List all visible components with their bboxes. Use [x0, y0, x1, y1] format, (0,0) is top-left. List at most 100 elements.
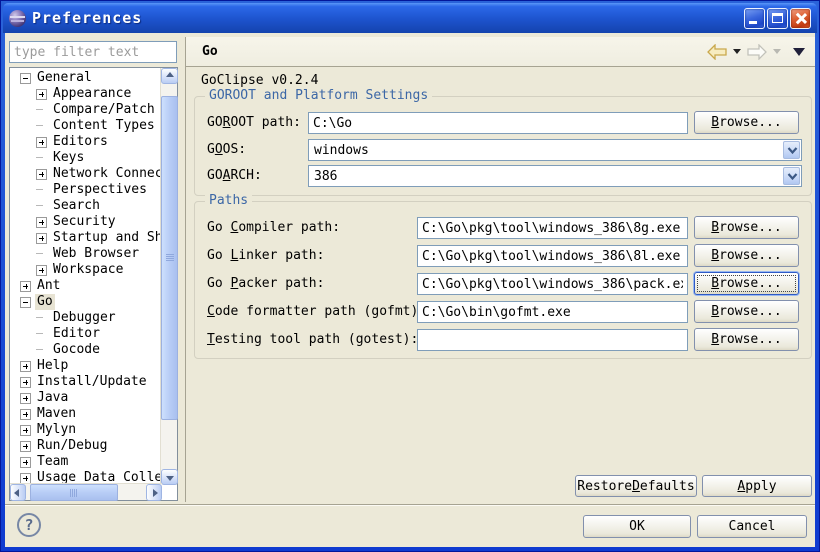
- cancel-button[interactable]: Cancel: [697, 515, 807, 538]
- tree-item-network-connect[interactable]: Network Connect: [10, 166, 160, 182]
- tree-horizontal-scrollbar[interactable]: [10, 483, 162, 500]
- tree-item-install-update[interactable]: Install/Update: [10, 374, 160, 390]
- expand-icon[interactable]: [20, 457, 31, 468]
- go-compiler-path-label: Go Compiler path:: [207, 217, 340, 239]
- goroot-path-browse-button[interactable]: Browse...: [694, 111, 799, 134]
- maximize-button[interactable]: [767, 8, 788, 29]
- forward-icon[interactable]: [747, 44, 767, 60]
- go-packer-path-label: Go Packer path:: [207, 273, 324, 295]
- tree-item-debugger[interactable]: Debugger: [10, 310, 160, 326]
- goos-select[interactable]: windows: [308, 139, 802, 161]
- collapse-icon[interactable]: [20, 297, 31, 308]
- eclipse-logo-icon: [9, 10, 26, 27]
- right-arrow-icon: [153, 489, 158, 497]
- title-bar[interactable]: Preferences: [3, 3, 817, 33]
- tree-item-ant[interactable]: Ant: [10, 278, 160, 294]
- collapse-icon[interactable]: [20, 73, 31, 84]
- expand-icon[interactable]: [36, 137, 47, 148]
- expand-icon[interactable]: [20, 281, 31, 292]
- minimize-icon: [749, 21, 757, 24]
- minimize-button[interactable]: [744, 8, 765, 29]
- preferences-tree: GeneralAppearanceCompare/PatchContent Ty…: [9, 67, 178, 501]
- tree-item-editor[interactable]: Editor: [10, 326, 160, 342]
- tree-item-general[interactable]: General: [10, 70, 160, 86]
- view-menu-icon[interactable]: [793, 48, 805, 56]
- group-paths: Paths Go Compiler path:Browse...Go Linke…: [194, 201, 812, 359]
- filter-input[interactable]: [9, 41, 177, 63]
- expand-icon[interactable]: [20, 409, 31, 420]
- tree-item-startup-and-shu[interactable]: Startup and Shu: [10, 230, 160, 246]
- code-formatter-path-gofmt-input[interactable]: [417, 301, 688, 323]
- close-button[interactable]: [790, 8, 811, 29]
- back-icon[interactable]: [707, 44, 727, 60]
- tree-item-search[interactable]: Search: [10, 198, 160, 214]
- tree-item-security[interactable]: Security: [10, 214, 160, 230]
- dropdown-button[interactable]: [783, 141, 800, 159]
- go-linker-path-browse-button[interactable]: Browse...: [694, 244, 799, 267]
- tree-item-keys[interactable]: Keys: [10, 150, 160, 166]
- tree-item-go[interactable]: Go: [10, 294, 160, 310]
- go-packer-path-input[interactable]: [417, 273, 688, 295]
- down-arrow-icon: [166, 476, 174, 481]
- dropdown-button[interactable]: [783, 167, 800, 185]
- tree-item-label: Java: [35, 390, 70, 406]
- tree-connector: [36, 345, 47, 356]
- tree-connector: [36, 153, 47, 164]
- expand-icon[interactable]: [20, 441, 31, 452]
- tree-item-appearance[interactable]: Appearance: [10, 86, 160, 102]
- go-compiler-path-input[interactable]: [417, 217, 688, 239]
- goarch-select[interactable]: 386: [308, 165, 802, 187]
- tree-item-mylyn[interactable]: Mylyn: [10, 422, 160, 438]
- tree-connector: [36, 313, 47, 324]
- scroll-down-button[interactable]: [161, 469, 178, 485]
- expand-icon[interactable]: [36, 89, 47, 100]
- tree-item-run-debug[interactable]: Run/Debug: [10, 438, 160, 454]
- tree-item-workspace[interactable]: Workspace: [10, 262, 160, 278]
- scroll-right-button[interactable]: [146, 484, 162, 501]
- tree-item-team[interactable]: Team: [10, 454, 160, 470]
- tree-item-label: General: [35, 70, 94, 86]
- tree-item-compare-patch[interactable]: Compare/Patch: [10, 102, 160, 118]
- ok-button[interactable]: OK: [583, 515, 691, 538]
- forward-menu-icon[interactable]: [773, 49, 781, 54]
- dialog-client-area: GeneralAppearanceCompare/PatchContent Ty…: [5, 33, 815, 547]
- tree-item-gocode[interactable]: Gocode: [10, 342, 160, 358]
- horizontal-scroll-thumb[interactable]: [30, 484, 118, 501]
- code-formatter-path-gofmt-browse-button[interactable]: Browse...: [694, 300, 799, 323]
- page-title: Go: [202, 44, 218, 59]
- restore-defaults-button[interactable]: Restore Defaults: [575, 475, 697, 497]
- testing-tool-path-gotest-input[interactable]: [417, 329, 688, 351]
- expand-icon[interactable]: [36, 217, 47, 228]
- expand-icon[interactable]: [36, 233, 47, 244]
- expand-icon[interactable]: [20, 393, 31, 404]
- scroll-up-button[interactable]: [161, 68, 178, 84]
- tree-item-content-types[interactable]: Content Types: [10, 118, 160, 134]
- goroot-path-label: GOROOT path:: [207, 112, 301, 134]
- scroll-left-button[interactable]: [10, 484, 26, 501]
- expand-icon[interactable]: [20, 361, 31, 372]
- tree-item-maven[interactable]: Maven: [10, 406, 160, 422]
- testing-tool-path-gotest-browse-button[interactable]: Browse...: [694, 328, 799, 351]
- back-menu-icon[interactable]: [733, 49, 741, 54]
- go-packer-path-browse-button[interactable]: Browse...: [694, 272, 799, 295]
- expand-icon[interactable]: [20, 425, 31, 436]
- tree-item-web-browser[interactable]: Web Browser: [10, 246, 160, 262]
- go-linker-path-input[interactable]: [417, 245, 688, 267]
- vertical-scroll-thumb[interactable]: [161, 96, 178, 420]
- tree-connector: [36, 105, 47, 116]
- goroot-path-input[interactable]: [308, 112, 688, 134]
- expand-icon[interactable]: [36, 169, 47, 180]
- expand-icon[interactable]: [20, 473, 31, 484]
- tree-item-java[interactable]: Java: [10, 390, 160, 406]
- group-title: GOROOT and Platform Settings: [205, 88, 432, 103]
- help-button[interactable]: ?: [17, 513, 41, 537]
- apply-button[interactable]: Apply: [702, 475, 812, 497]
- tree-item-usage-data-collect[interactable]: Usage Data Collect: [10, 470, 160, 483]
- expand-icon[interactable]: [36, 265, 47, 276]
- tree-item-help[interactable]: Help: [10, 358, 160, 374]
- go-compiler-path-browse-button[interactable]: Browse...: [694, 216, 799, 239]
- tree-item-editors[interactable]: Editors: [10, 134, 160, 150]
- tree-vertical-scrollbar[interactable]: [160, 68, 177, 485]
- tree-item-perspectives[interactable]: Perspectives: [10, 182, 160, 198]
- expand-icon[interactable]: [20, 377, 31, 388]
